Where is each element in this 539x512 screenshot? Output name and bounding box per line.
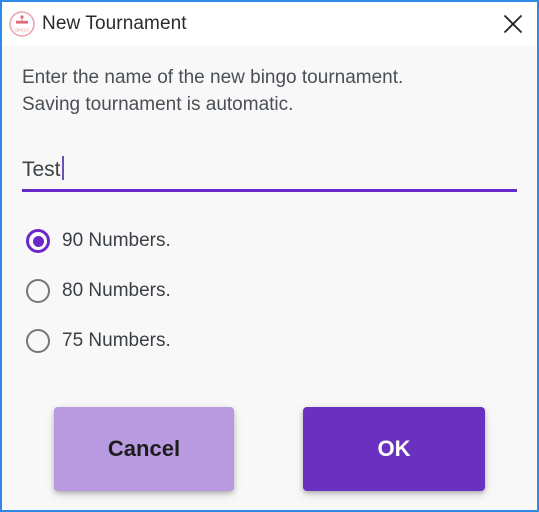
- input-underline: [22, 189, 517, 192]
- number-count-radio-group: 90 Numbers. 80 Numbers. 75 Numbers.: [22, 216, 517, 366]
- radio-unselected-icon: [26, 279, 50, 303]
- bingo-logo-icon: BINGO: [8, 10, 36, 38]
- radio-option-75-label: 75 Numbers.: [62, 330, 171, 351]
- page-title: New Tournament: [42, 13, 187, 34]
- prompt-line-1: Enter the name of the new bingo tourname…: [22, 67, 404, 88]
- radio-option-80-label: 80 Numbers.: [62, 280, 171, 301]
- close-button[interactable]: [489, 2, 537, 46]
- new-tournament-dialog: BINGO New Tournament Enter the name of t…: [0, 0, 539, 512]
- svg-text:BINGO: BINGO: [15, 27, 29, 32]
- close-icon: [501, 12, 525, 36]
- dialog-content: Enter the name of the new bingo tourname…: [2, 46, 537, 510]
- tournament-name-value: Test: [22, 158, 61, 181]
- cancel-button[interactable]: Cancel: [54, 407, 234, 491]
- tournament-name-input[interactable]: Test: [22, 154, 517, 192]
- radio-option-90[interactable]: 90 Numbers.: [22, 216, 517, 266]
- text-caret: [61, 156, 64, 180]
- ok-button[interactable]: OK: [303, 407, 485, 491]
- radio-selected-icon: [26, 229, 50, 253]
- radio-unselected-icon: [26, 329, 50, 353]
- title-bar: BINGO New Tournament: [2, 2, 537, 46]
- radio-option-80[interactable]: 80 Numbers.: [22, 266, 517, 316]
- prompt-line-2: Saving tournament is automatic.: [22, 94, 294, 115]
- radio-option-90-label: 90 Numbers.: [62, 230, 171, 251]
- prompt-text: Enter the name of the new bingo tourname…: [22, 64, 517, 118]
- dialog-button-bar: Cancel OK: [2, 407, 537, 497]
- radio-option-75[interactable]: 75 Numbers.: [22, 316, 517, 366]
